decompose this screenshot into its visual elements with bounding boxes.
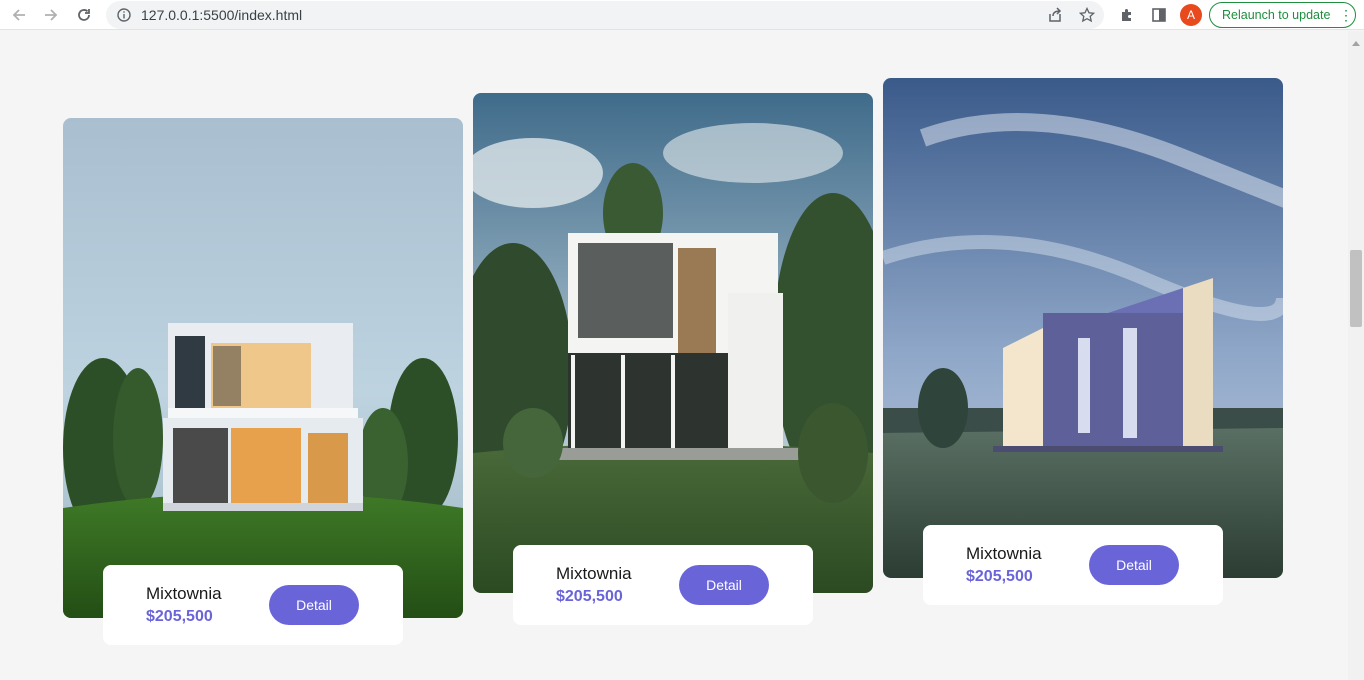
listing-info-card-2: Mixtownia $205,500 Detail (513, 545, 813, 625)
share-icon[interactable] (1045, 5, 1065, 25)
listing-price: $205,500 (556, 588, 623, 605)
listing-price: $205,500 (966, 568, 1033, 585)
site-info-icon[interactable] (114, 5, 134, 25)
detail-button[interactable]: Detail (1089, 545, 1179, 585)
address-url[interactable]: 127.0.0.1:5500/index.html (141, 7, 302, 23)
scroll-up-arrow-icon[interactable] (1352, 41, 1360, 46)
listing-image-2 (473, 93, 873, 593)
detail-button[interactable]: Detail (679, 565, 769, 605)
listing-image-1 (63, 118, 463, 618)
listing-price: $205,500 (146, 608, 213, 625)
listing-info-card-3: Mixtownia $205,500 Detail (923, 525, 1223, 605)
extensions-puzzle-icon[interactable] (1117, 5, 1137, 25)
more-menu-icon[interactable]: ⋮ (1339, 7, 1353, 23)
listing-name: Mixtownia (146, 584, 222, 603)
relaunch-to-update-button[interactable]: Relaunch to update ⋮ (1209, 2, 1356, 28)
bookmark-star-icon[interactable] (1077, 5, 1097, 25)
browser-toolbar: 127.0.0.1:5500/index.html A Relaunch to … (0, 0, 1364, 30)
listing-name: Mixtownia (966, 544, 1042, 563)
profile-avatar[interactable]: A (1180, 4, 1202, 26)
back-arrow-icon[interactable] (9, 5, 29, 25)
listing-name: Mixtownia (556, 564, 632, 583)
detail-button[interactable]: Detail (269, 585, 359, 625)
reload-icon[interactable] (74, 5, 94, 25)
forward-arrow-icon[interactable] (41, 5, 61, 25)
scrollbar-thumb[interactable] (1350, 250, 1362, 327)
listing-image-3 (883, 78, 1283, 578)
relaunch-label: Relaunch to update (1222, 8, 1331, 22)
side-panel-icon[interactable] (1149, 5, 1169, 25)
page-scrollbar[interactable] (1348, 31, 1364, 680)
listing-info-card-1: Mixtownia $205,500 Detail (103, 565, 403, 645)
